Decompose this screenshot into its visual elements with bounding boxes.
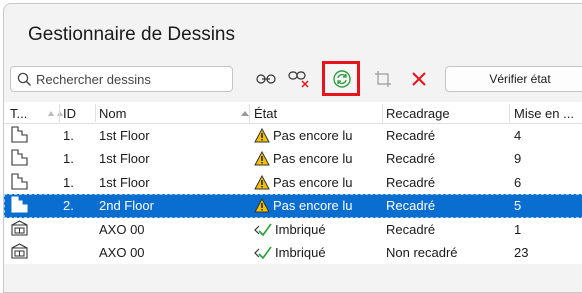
axonometry-icon [11, 219, 28, 240]
row-crop: Recadré [386, 128, 436, 143]
floor-plan-icon [11, 173, 28, 193]
crop-icon[interactable] [371, 67, 395, 91]
drawing-manager-window: Gestionnaire de Dessins Rechercher dessi… [3, 3, 582, 293]
table-header: T... ID Nom État Recadrage Mise en ... [4, 102, 582, 124]
row-update: 1 [514, 221, 522, 237]
warning-icon [254, 174, 270, 190]
window-title: Gestionnaire de Dessins [28, 24, 235, 45]
col-type-header[interactable]: T... [10, 106, 27, 121]
warning-icon [254, 198, 270, 213]
axonometry-icon [11, 243, 28, 263]
row-state: Pas encore lu [254, 151, 353, 166]
sort-asc-icon [241, 111, 249, 116]
search-icon [17, 72, 31, 86]
drawings-table: T... ID Nom État Recadrage Mise en ... 1… [4, 102, 582, 265]
verify-status-button[interactable]: Vérifier état [445, 66, 582, 92]
row-crop: Recadré [386, 198, 436, 214]
row-state: Imbriqué [254, 245, 326, 260]
row-update: 23 [514, 244, 529, 260]
refresh-icon[interactable] [330, 67, 354, 91]
unlink-icon[interactable] [287, 67, 311, 91]
col-update-header[interactable]: Mise en ... [514, 106, 574, 121]
embedded-icon [254, 246, 272, 260]
delete-icon[interactable] [407, 67, 431, 91]
row-state: Pas encore lu [254, 128, 353, 143]
warning-icon [254, 128, 270, 143]
embedded-icon [254, 223, 272, 236]
row-crop: Recadré [386, 151, 436, 167]
floor-plan-icon [11, 149, 28, 169]
col-id-header[interactable]: ID [63, 106, 76, 121]
row-state: Imbriqué [254, 222, 326, 237]
row-state: Pas encore lu [254, 174, 353, 190]
search-box[interactable] [10, 66, 233, 92]
row-state-label: Imbriqué [275, 244, 326, 260]
row-state-label: Imbriqué [275, 221, 326, 237]
row-update: 9 [514, 151, 522, 167]
table-row[interactable]: 1. 1st Floor Pas encore lu Recadré 9 [4, 147, 582, 170]
row-update: 5 [514, 198, 522, 214]
table-row[interactable]: 1. 1st Floor Pas encore lu Recadré 6 [4, 171, 582, 194]
row-crop: Non recadré [386, 244, 458, 260]
toolbar: Vérifier état [4, 61, 582, 96]
row-state: Pas encore lu [254, 198, 353, 213]
row-name: 1st Floor [99, 151, 150, 167]
search-input[interactable] [36, 71, 216, 87]
row-state-label: Pas encore lu [273, 151, 353, 167]
col-crop-header[interactable]: Recadrage [386, 106, 450, 121]
row-name: AXO 00 [99, 221, 145, 237]
floor-plan-icon [11, 126, 28, 146]
row-name: 1st Floor [99, 128, 150, 143]
table-row[interactable]: 1. 1st Floor Pas encore lu Recadré 4 [4, 124, 582, 147]
row-crop: Recadré [386, 221, 436, 237]
row-state-label: Pas encore lu [273, 128, 353, 143]
row-id: 1. [63, 174, 74, 190]
row-id: 2. [63, 198, 74, 214]
row-crop: Recadré [386, 174, 436, 190]
col-name-header[interactable]: Nom [99, 106, 126, 121]
row-update: 6 [514, 174, 522, 190]
warning-icon [254, 151, 270, 166]
row-state-label: Pas encore lu [273, 198, 353, 214]
floor-plan-icon [11, 196, 28, 216]
sort-icon [48, 111, 63, 116]
row-state-label: Pas encore lu [273, 174, 353, 190]
row-name: 2nd Floor [99, 198, 154, 214]
link-icon[interactable] [254, 67, 278, 91]
table-row[interactable]: AXO 00 Imbriqué Non recadré 23 [4, 241, 582, 264]
table-row[interactable]: AXO 00 Imbriqué Recadré 1 [4, 218, 582, 241]
table-row-selected[interactable]: 2. 2nd Floor Pas encore lu Recadré 5 [4, 194, 582, 218]
row-update: 4 [514, 128, 522, 143]
row-id: 1. [63, 128, 74, 143]
col-state-header[interactable]: État [254, 106, 277, 121]
row-name: AXO 00 [99, 244, 145, 260]
row-name: 1st Floor [99, 174, 150, 190]
row-id: 1. [63, 151, 74, 167]
